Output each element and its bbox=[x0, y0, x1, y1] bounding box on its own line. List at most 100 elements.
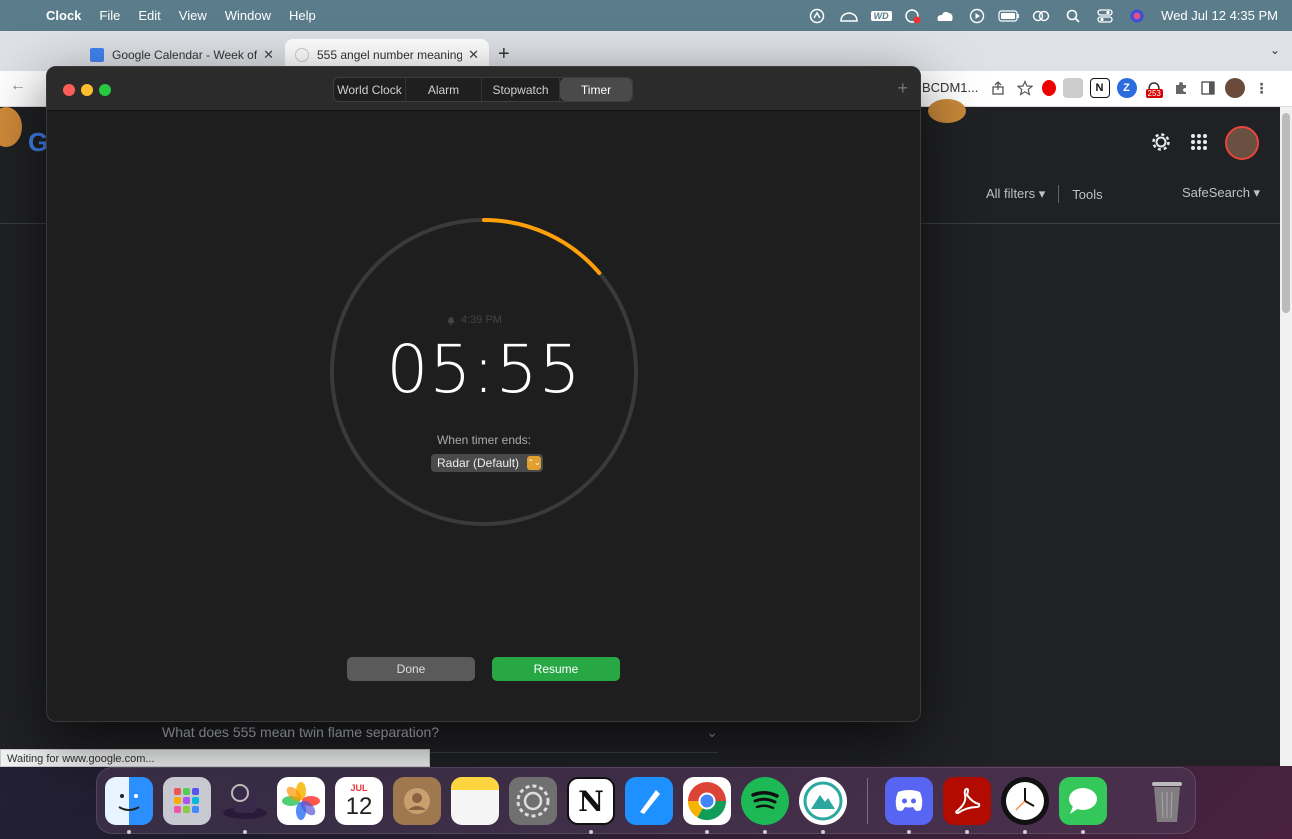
dock-app-trash[interactable] bbox=[1143, 777, 1191, 825]
settings-gear-icon[interactable] bbox=[1150, 131, 1172, 158]
dock-app-notes[interactable] bbox=[451, 777, 499, 825]
cloud-app-icon[interactable] bbox=[838, 8, 860, 24]
calendar-favicon-icon bbox=[90, 48, 104, 62]
when-timer-ends-label: When timer ends: bbox=[436, 433, 532, 447]
notion-extension-icon[interactable]: N bbox=[1089, 78, 1110, 98]
end-time: 4:39 PM bbox=[447, 314, 537, 326]
bookmark-star-icon[interactable] bbox=[1015, 78, 1035, 98]
safesearch-button[interactable]: SafeSearch ▾ bbox=[1182, 185, 1260, 201]
doodle-icon bbox=[0, 107, 22, 147]
menu-edit[interactable]: Edit bbox=[129, 8, 169, 23]
close-window-button[interactable] bbox=[63, 84, 75, 96]
battery-icon[interactable] bbox=[998, 8, 1020, 24]
address-bar-text[interactable]: BCDM1... bbox=[922, 80, 978, 95]
tab-timer[interactable]: Timer bbox=[560, 78, 632, 101]
dock-app-spotify[interactable] bbox=[741, 777, 789, 825]
control-center-icon[interactable] bbox=[1094, 8, 1116, 24]
dock-app-discord[interactable] bbox=[885, 777, 933, 825]
dock-app-messages[interactable] bbox=[1059, 777, 1107, 825]
sound-select[interactable]: Radar (Default) ⌃⌄ bbox=[431, 454, 544, 472]
dock-app-notion[interactable]: N bbox=[567, 777, 615, 825]
dock-app-chrome[interactable] bbox=[683, 777, 731, 825]
tab-stopwatch[interactable]: Stopwatch bbox=[482, 78, 560, 101]
vpn-icon[interactable] bbox=[806, 8, 828, 24]
done-button[interactable]: Done bbox=[347, 657, 475, 681]
tab-strip: Google Calendar - Week of Jul ✕ 555 ange… bbox=[0, 31, 1292, 71]
tab-search-chevron-icon[interactable]: ⌄ bbox=[1270, 43, 1280, 57]
dock-app-launchpad[interactable] bbox=[163, 777, 211, 825]
profile-avatar[interactable] bbox=[1224, 78, 1245, 98]
chevron-down-icon[interactable]: ⌄ bbox=[706, 724, 718, 741]
pen-nib-icon bbox=[640, 790, 660, 814]
share-icon[interactable] bbox=[988, 78, 1008, 98]
opera-extension-icon[interactable] bbox=[1041, 80, 1056, 96]
sound-select-value: Radar (Default) bbox=[437, 456, 520, 470]
app-menu-clock[interactable]: Clock bbox=[44, 8, 90, 23]
clock-face-icon bbox=[1006, 782, 1044, 820]
more-menu-icon[interactable]: ⋮ bbox=[1252, 78, 1272, 98]
gear-icon bbox=[516, 784, 550, 818]
menu-help[interactable]: Help bbox=[280, 8, 325, 23]
menubar-datetime[interactable]: Wed Jul 12 4:35 PM bbox=[1153, 8, 1292, 23]
side-panel-icon[interactable] bbox=[1198, 78, 1218, 98]
zoom-window-button[interactable] bbox=[99, 84, 111, 96]
tab-world-clock[interactable]: World Clock bbox=[334, 78, 406, 101]
dock-divider bbox=[867, 778, 868, 824]
puzzle-icon[interactable] bbox=[1171, 78, 1191, 98]
dock-app-finder[interactable] bbox=[105, 777, 153, 825]
search-icon[interactable] bbox=[1062, 8, 1084, 24]
extension-gray-icon[interactable] bbox=[1062, 78, 1083, 98]
all-filters-button[interactable]: All filters ▾ bbox=[986, 186, 1045, 202]
popup-stepper-icon: ⌃⌄ bbox=[527, 456, 542, 470]
tab-title: Google Calendar - Week of Jul bbox=[112, 48, 258, 62]
chrome-logo-icon bbox=[687, 782, 727, 821]
dock-app-system-preferences[interactable] bbox=[509, 777, 557, 825]
dock-app-mountain[interactable] bbox=[799, 777, 847, 825]
menu-bar: Clock File Edit View Window Help WD Wed … bbox=[0, 0, 1292, 31]
acrobat-logo-icon bbox=[955, 787, 981, 815]
photos-flower-icon bbox=[282, 782, 320, 820]
faq-item[interactable]: What does 555 mean twin flame separation… bbox=[162, 724, 718, 741]
page-scrollbar[interactable] bbox=[1280, 107, 1292, 766]
add-button[interactable]: + bbox=[897, 78, 908, 99]
dock-app-alfred[interactable] bbox=[221, 777, 269, 825]
wd-drive-icon[interactable]: WD bbox=[870, 8, 892, 24]
tab-alarm[interactable]: Alarm bbox=[406, 78, 482, 101]
scrollbar-thumb[interactable] bbox=[1282, 113, 1290, 313]
zoom-extension-icon[interactable]: Z bbox=[1116, 78, 1137, 98]
link-icon[interactable] bbox=[1030, 8, 1052, 24]
title-bar: World Clock Alarm Stopwatch Timer + bbox=[47, 67, 920, 111]
dock-app-contacts[interactable] bbox=[393, 777, 441, 825]
tools-button[interactable]: Tools bbox=[1072, 187, 1102, 202]
menu-view[interactable]: View bbox=[170, 8, 216, 23]
siri-icon[interactable] bbox=[1126, 8, 1148, 24]
back-arrow-icon[interactable]: ← bbox=[10, 77, 26, 95]
lock-extension-icon[interactable]: 253 bbox=[1144, 78, 1164, 98]
dock-app-photos[interactable] bbox=[277, 777, 325, 825]
google-apps-grid-icon[interactable] bbox=[1190, 133, 1208, 156]
menu-window[interactable]: Window bbox=[216, 8, 280, 23]
minimize-window-button[interactable] bbox=[81, 84, 93, 96]
dock-app-acrobat[interactable] bbox=[943, 777, 991, 825]
resume-button[interactable]: Resume bbox=[492, 657, 620, 681]
dock-app-pages[interactable] bbox=[625, 777, 673, 825]
divider bbox=[1058, 185, 1060, 203]
mountain-icon bbox=[803, 781, 843, 821]
dock-app-calendar[interactable]: JUL 12 bbox=[335, 777, 383, 825]
menu-file[interactable]: File bbox=[90, 8, 129, 23]
doodle-icon bbox=[928, 99, 966, 123]
weather-icon[interactable] bbox=[934, 8, 956, 24]
google-favicon-icon bbox=[295, 48, 309, 62]
calendar-day: 12 bbox=[345, 792, 373, 820]
close-icon[interactable]: ✕ bbox=[263, 47, 274, 63]
end-time-label: 4:39 PM bbox=[461, 314, 502, 326]
dock-app-clock[interactable] bbox=[1001, 777, 1049, 825]
play-icon[interactable] bbox=[966, 8, 988, 24]
launchpad-grid-icon bbox=[174, 788, 199, 813]
new-tab-button[interactable]: + bbox=[498, 43, 510, 66]
account-avatar[interactable] bbox=[1225, 126, 1259, 160]
alfred-hat-icon bbox=[223, 784, 267, 819]
close-icon[interactable]: ✕ bbox=[468, 47, 479, 63]
notes-header-icon bbox=[451, 777, 499, 790]
record-icon[interactable] bbox=[902, 8, 924, 24]
